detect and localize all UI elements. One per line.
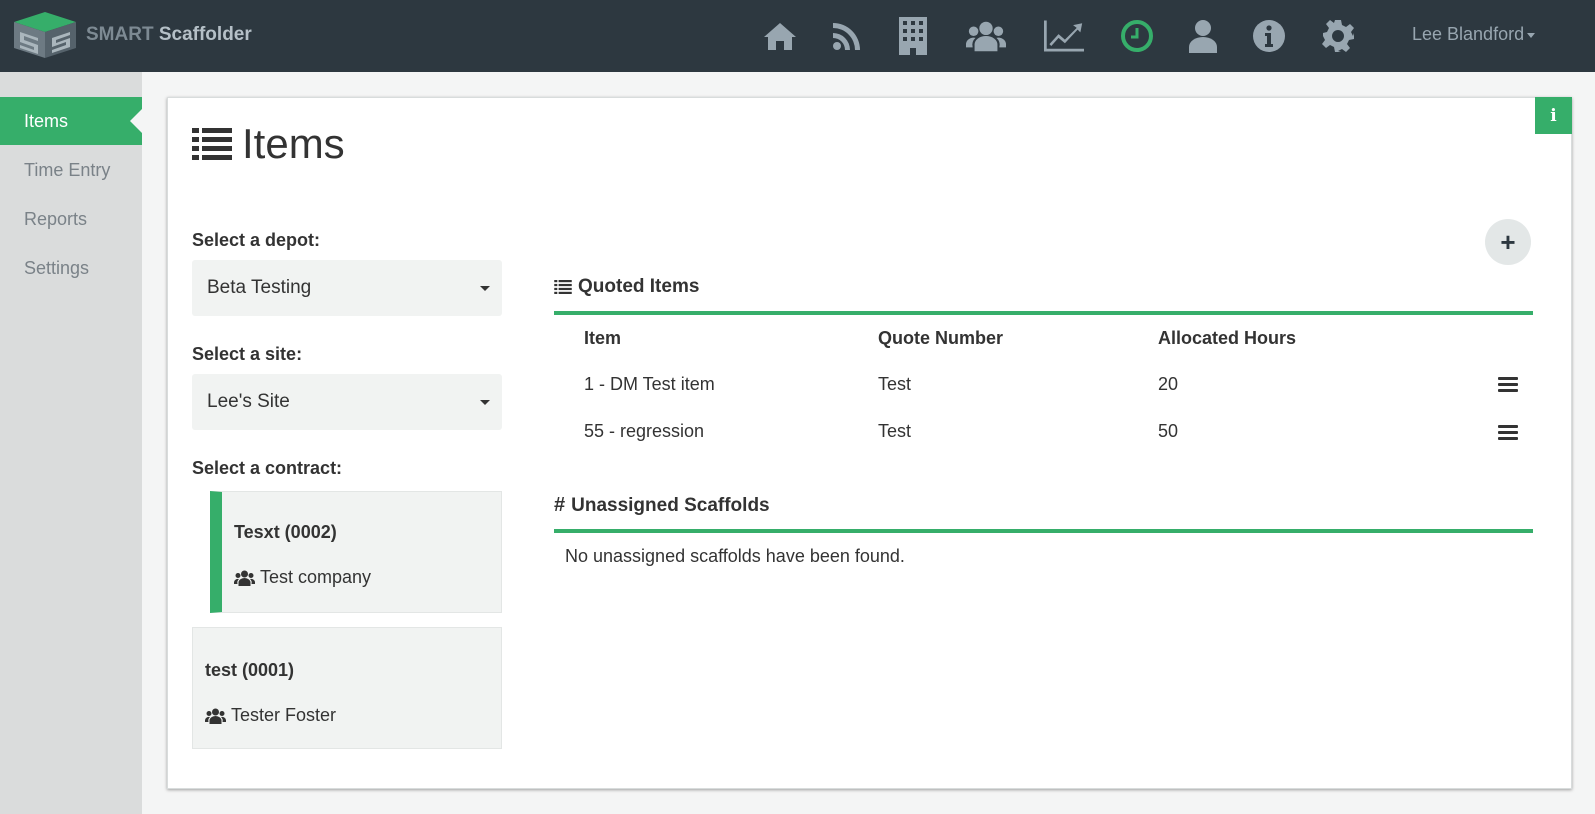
users-icon: [234, 570, 255, 586]
list-icon: [192, 128, 232, 160]
chart-icon[interactable]: [1044, 16, 1084, 56]
site-label: Select a site:: [192, 344, 303, 364]
cell-quote-number: Test: [878, 374, 912, 394]
depot-select[interactable]: Beta Testing: [192, 260, 502, 316]
top-navbar: SMART Scaffolder Lee Blandford: [0, 0, 1595, 72]
contract-company-name: Tester Foster: [231, 705, 337, 725]
contract-company: Test company: [234, 567, 371, 588]
page-title-text: Items: [242, 120, 345, 167]
sidebar-item-items[interactable]: Items: [0, 97, 142, 145]
users-icon: [205, 708, 226, 724]
caret-down-icon: [1527, 32, 1536, 38]
quoted-items-heading-text: Quoted Items: [578, 276, 700, 297]
user-icon[interactable]: [1183, 16, 1223, 56]
contract-company: Tester Foster: [205, 705, 336, 726]
building-icon[interactable]: [893, 16, 933, 56]
contract-title: test (0001): [205, 660, 295, 680]
caret-down-icon: [480, 400, 490, 405]
main-panel: i Items Select a depot: Beta Testing Sel…: [167, 97, 1572, 789]
sidebar: Items Time Entry Reports Settings: [0, 72, 142, 814]
sidebar-item-settings[interactable]: Settings: [0, 244, 142, 292]
info-icon[interactable]: [1249, 16, 1289, 56]
cell-allocated-hours: 50: [1158, 421, 1179, 441]
contract-card[interactable]: test (0001) Tester Foster: [192, 627, 502, 749]
contract-label: Select a contract:: [192, 458, 343, 478]
cell-allocated-hours: 20: [1158, 374, 1179, 394]
cell-quote-number: Test: [878, 421, 912, 441]
hashtag-icon: #: [554, 494, 566, 516]
quoted-items-heading: Quoted Items: [554, 276, 699, 298]
column-header-quote-number: Quote Number: [878, 328, 1004, 348]
contract-company-name: Test company: [260, 567, 372, 587]
site-select[interactable]: Lee's Site: [192, 374, 502, 430]
row-menu-icon[interactable]: [1498, 377, 1518, 393]
home-icon[interactable]: [760, 16, 800, 56]
unassigned-scaffolds-heading: # Unassigned Scaffolds: [554, 494, 770, 517]
cell-item: 1 - DM Test item: [584, 374, 715, 394]
page-title: Items: [192, 120, 345, 168]
users-icon[interactable]: [966, 16, 1006, 56]
contract-title: Tesxt (0002): [234, 522, 337, 542]
user-menu-dropdown[interactable]: Lee Blandford: [1412, 24, 1536, 45]
sidebar-item-time-entry[interactable]: Time Entry: [0, 146, 142, 194]
depot-select-value: Beta Testing: [207, 277, 312, 298]
depot-label: Select a depot:: [192, 230, 321, 250]
site-select-value: Lee's Site: [207, 391, 290, 412]
cell-item: 55 - regression: [584, 421, 705, 441]
divider: [554, 311, 1533, 315]
user-name: Lee Blandford: [1412, 24, 1525, 44]
row-menu-icon[interactable]: [1498, 425, 1518, 441]
column-header-item: Item: [584, 328, 622, 348]
contract-card[interactable]: Tesxt (0002) Test company: [210, 491, 502, 613]
list-icon: [554, 280, 572, 294]
caret-down-icon: [480, 286, 490, 291]
divider: [554, 529, 1533, 533]
info-tab-button[interactable]: i: [1535, 97, 1572, 134]
empty-state-message: No unassigned scaffolds have been found.: [565, 546, 905, 566]
sidebar-item-reports[interactable]: Reports: [0, 195, 142, 243]
add-item-button[interactable]: +: [1485, 219, 1531, 265]
clock-icon[interactable]: [1117, 16, 1157, 56]
main-nav: [0, 0, 1595, 72]
column-header-allocated-hours: Allocated Hours: [1158, 328, 1297, 348]
gear-icon[interactable]: [1318, 16, 1358, 56]
unassigned-scaffolds-heading-text: Unassigned Scaffolds: [571, 494, 770, 516]
rss-icon[interactable]: [827, 16, 867, 56]
